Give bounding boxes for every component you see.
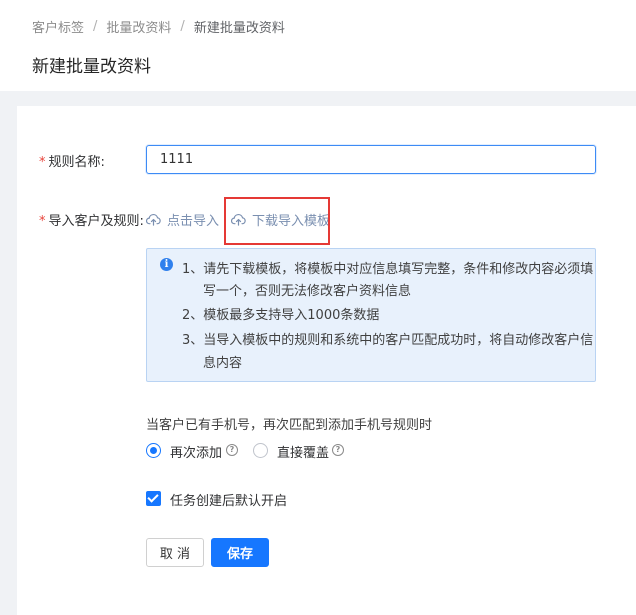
info-line: 3、当导入模板中的规则和系统中的客户匹配成功时，将自动修改客户信 [182,333,594,348]
radio-overwrite-label[interactable]: 直接覆盖 [277,442,329,461]
info-icon: i [160,258,173,271]
radio-add-again-label[interactable]: 再次添加 [170,442,222,461]
save-button[interactable]: 保存 [211,538,269,567]
cancel-button[interactable]: 取 消 [146,538,204,567]
required-mark: * [39,214,46,229]
question-circle-icon[interactable]: ? [332,444,344,456]
breadcrumb-separator: / [180,19,185,34]
info-line: 息内容 [203,356,243,371]
breadcrumb-item-batch-edit[interactable]: 批量改资料 [106,17,171,36]
rule-name-input[interactable] [146,145,596,174]
required-mark: * [39,155,46,170]
auto-enable-label[interactable]: 任务创建后默认开启 [170,490,287,509]
breadcrumb-item-customer-tags[interactable]: 客户标签 [32,17,84,36]
breadcrumb-item-current: 新建批量改资料 [193,21,285,36]
import-link[interactable]: 点击导入 [146,210,219,229]
phone-rule-question: 当客户已有手机号，再次匹配到添加手机号规则时 [146,418,433,433]
auto-enable-checkbox[interactable] [146,491,161,506]
highlight-annotation [224,197,330,245]
question-circle-icon[interactable]: ? [226,444,238,456]
import-label: * 导入客户及规则: [39,214,144,229]
info-line: 2、模板最多支持导入1000条数据 [182,308,380,323]
radio-add-again[interactable] [146,443,161,458]
page-title: 新建批量改资料 [32,57,151,77]
breadcrumb: 客户标签 / 批量改资料 / 新建批量改资料 [32,17,285,36]
radio-overwrite[interactable] [253,443,268,458]
info-line: 1、请先下载模板，将模板中对应信息填写完整，条件和修改内容必须填 [182,262,594,277]
page-header: 客户标签 / 批量改资料 / 新建批量改资料 新建批量改资料 [0,0,636,91]
cloud-upload-icon [146,214,161,226]
rule-name-label: * 规则名称: [39,155,105,170]
info-line: 写一个，否则无法修改客户资料信息 [203,284,412,299]
breadcrumb-separator: / [93,19,98,34]
